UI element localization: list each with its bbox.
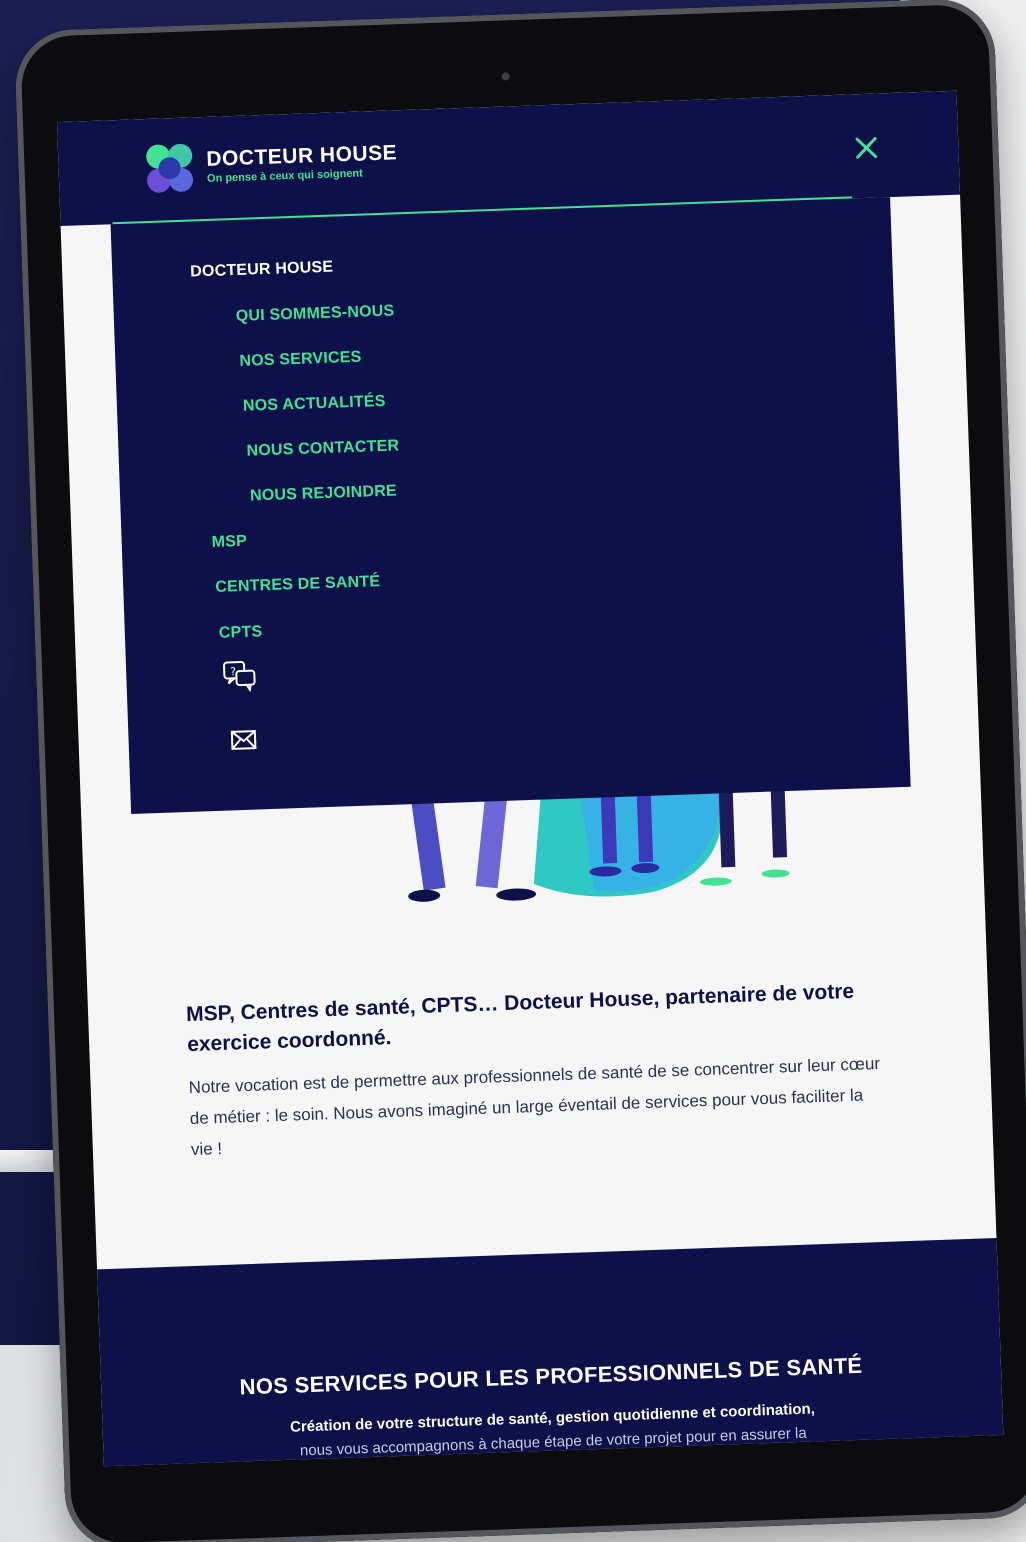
tablet-device: DOCTEUR HOUSE On pense à ceux qui soigne… (13, 0, 1026, 1542)
menu-item-nous-rejoindre[interactable]: NOUS REJOINDRE (250, 482, 397, 505)
intro-heading: MSP, Centres de santé, CPTS… Docteur Hou… (185, 979, 855, 1057)
logo-cross-icon (146, 143, 194, 193)
nav-menu-panel: DOCTEUR HOUSE QUI SOMMES-NOUS NOS SERVIC… (110, 197, 911, 814)
menu-item-cpts[interactable]: CPTS (219, 623, 263, 643)
menu-item-msp[interactable]: MSP (211, 533, 247, 552)
services-title: NOS SERVICES POUR LES PROFESSIONNELS DE … (239, 1352, 863, 1400)
brand-logo[interactable]: DOCTEUR HOUSE On pense à ceux qui soigne… (144, 134, 399, 195)
close-icon[interactable] (852, 133, 881, 162)
intro-body: Notre vocation est de permettre aux prof… (188, 1053, 881, 1160)
intro-section: MSP, Centres de santé, CPTS… Docteur Hou… (186, 976, 891, 1165)
menu-item-nous-contacter[interactable]: NOUS CONTACTER (246, 437, 399, 460)
faq-chat-icon[interactable]: ? (222, 659, 257, 693)
menu-item-qui-sommes-nous[interactable]: QUI SOMMES-NOUS (236, 302, 395, 326)
menu-item-centres-de-sante[interactable]: CENTRES DE SANTÉ (215, 573, 381, 597)
mail-icon[interactable] (230, 730, 257, 751)
tablet-screen: DOCTEUR HOUSE On pense à ceux qui soigne… (56, 90, 1004, 1467)
menu-item-nos-services[interactable]: NOS SERVICES (239, 349, 362, 371)
services-section: NOS SERVICES POUR LES PROFESSIONNELS DE … (97, 1238, 1004, 1467)
menu-item-docteur-house[interactable]: DOCTEUR HOUSE (190, 259, 334, 282)
menu-item-nos-actualites[interactable]: NOS ACTUALITÉS (243, 393, 386, 416)
